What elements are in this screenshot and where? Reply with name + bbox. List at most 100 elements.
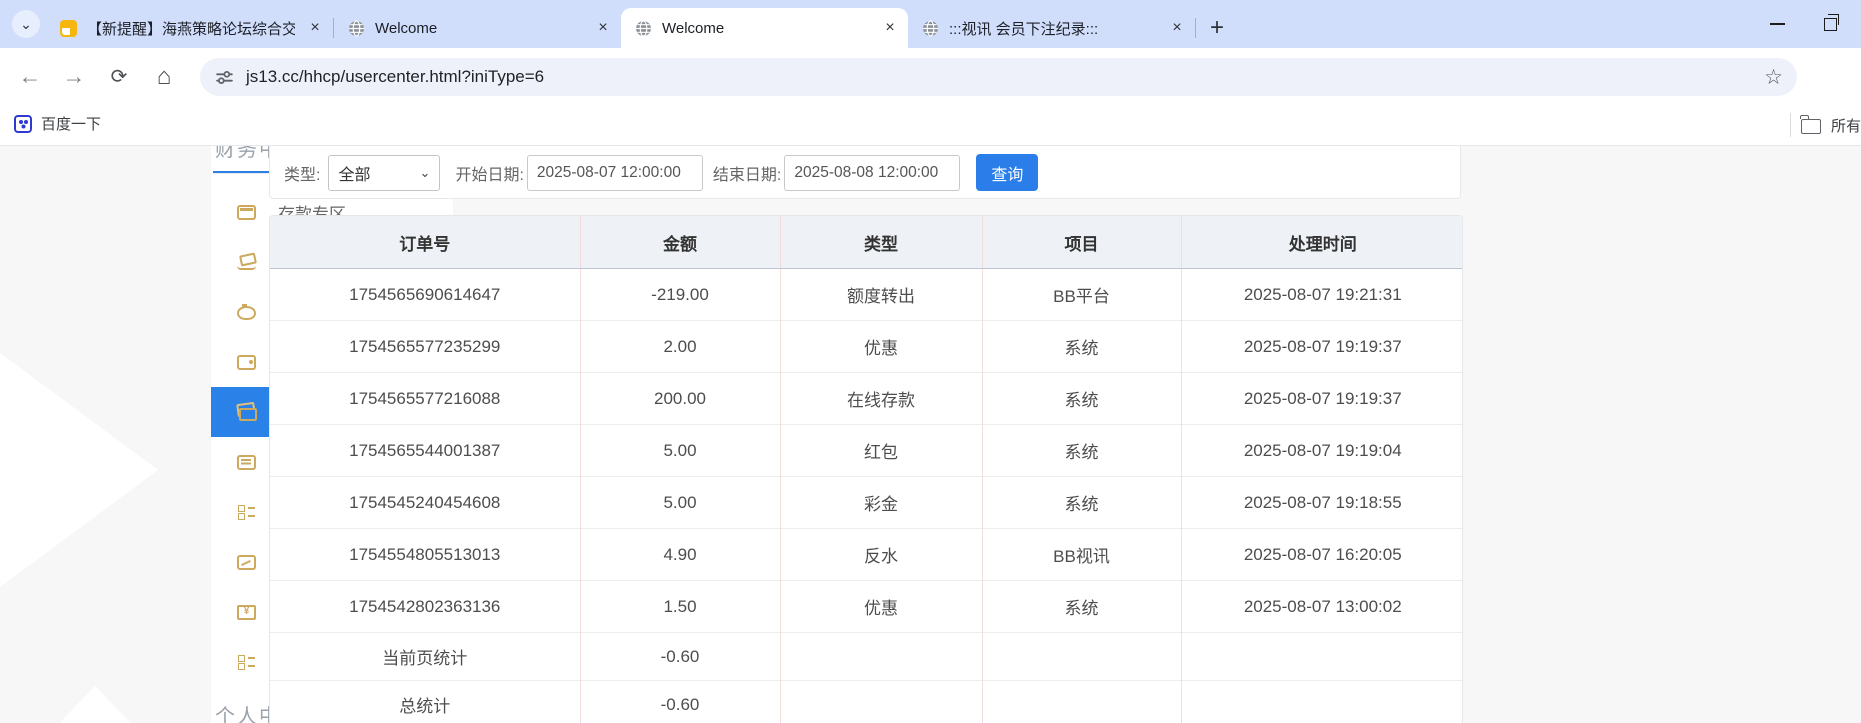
bookmark-baidu[interactable]: 百度一下 [14, 113, 101, 134]
tab-title: :::视讯 会员下注纪录::: [949, 20, 1099, 38]
table-cell [1181, 632, 1462, 681]
table-cell [780, 632, 983, 681]
table-cell: 1754542802363136 [270, 580, 581, 633]
table-cell: 系统 [982, 580, 1182, 633]
tabs-container: 【新提醒】海燕策略论坛综合交 × Welcome × Welcome × :::… [46, 8, 1224, 48]
table-row: 1754565690614647 -219.00 额度转出 BB平台 2025-08-0… [270, 268, 1462, 321]
table-cell [982, 680, 1182, 723]
tab-divider [1195, 18, 1196, 38]
decorative-triangle [0, 686, 220, 723]
table-cell: 额度转出 [780, 268, 983, 321]
table-cell: 系统 [982, 372, 1182, 425]
all-bookmarks-label: 所有书签 [1831, 117, 1861, 135]
browser-tab[interactable]: 【新提醒】海燕策略论坛综合交 × [46, 8, 333, 48]
table-cell: BB平台 [982, 268, 1182, 321]
reload-button[interactable]: ⟳ [101, 48, 137, 105]
list-icon [237, 454, 256, 470]
table-row: 1754565577216088 200.00 在线存款 系统 2025-08-07 1… [270, 372, 1462, 425]
reload-icon: ⟳ [110, 66, 128, 88]
table-cell: -219.00 [580, 268, 781, 321]
bookmark-star-icon[interactable]: ☆ [1764, 65, 1783, 90]
globe-favicon [348, 19, 365, 37]
table-cell: 5.00 [580, 476, 781, 529]
table-cell: 5.00 [580, 424, 781, 477]
bookmarks-divider [1790, 113, 1791, 137]
start-date-input[interactable]: 2025-08-07 12:00:00 [526, 154, 703, 191]
bookmark-label: 百度一下 [41, 116, 102, 133]
tab-search-button[interactable]: ⌄ [12, 10, 40, 38]
table-cell: 彩金 [780, 476, 983, 529]
type-select-value: 全部 [338, 166, 371, 184]
tab-title: Welcome [662, 19, 725, 37]
folder-icon [1800, 115, 1821, 134]
tab-title: Welcome [375, 19, 438, 37]
table-cell: 1754565577216088 [270, 372, 581, 425]
browser-tab[interactable]: :::视讯 会员下注纪录::: × [908, 8, 1195, 48]
grid-icon [237, 504, 256, 520]
browser-tab[interactable]: Welcome × [334, 8, 621, 48]
table-cell: 系统 [982, 424, 1182, 477]
forward-button[interactable]: → [56, 48, 92, 105]
table-cell: 2025-08-07 13:00:02 [1181, 580, 1462, 633]
table-cell [982, 632, 1182, 681]
type-select[interactable]: 全部 ⌄ [328, 154, 441, 191]
all-bookmarks-button[interactable]: 所有书签 [1790, 113, 1861, 137]
table-row: 1754565544001387 5.00 红包 系统 2025-08-07 19:19… [270, 424, 1462, 477]
column-header: 处理时间 [1181, 216, 1462, 269]
table-row: 1754545240454608 5.00 彩金 系统 2025-08-07 19:18… [270, 476, 1462, 529]
table-cell: 4.90 [580, 528, 781, 581]
end-date-input[interactable]: 2025-08-08 12:00:00 [784, 154, 961, 191]
table-row: 1754565577235299 2.00 优惠 系统 2025-08-07 19:19… [270, 320, 1462, 373]
ticket-icon [237, 604, 256, 620]
tab-close-icon[interactable]: × [305, 19, 325, 37]
globe-favicon [922, 19, 939, 37]
table-cell: 1754554805513013 [270, 528, 581, 581]
table-cell: -0.60 [580, 680, 781, 723]
browser-tab[interactable]: Welcome × [621, 8, 908, 48]
address-bar[interactable]: js13.cc/hhcp/usercenter.html?iniType=6 ☆ [200, 58, 1797, 96]
records-table: 订单号 金额 类型 项目 处理时间 1754565690614647 -219.00 额度转… [269, 215, 1463, 723]
home-button[interactable]: ⌂ [146, 48, 182, 105]
hand-icon [237, 255, 256, 270]
table-row: 1754554805513013 4.90 反水 BB视讯 2025-08-07 16:… [270, 528, 1462, 581]
forum-favicon [60, 19, 77, 37]
table-cell: -0.60 [580, 632, 781, 681]
table-cell: 2.00 [580, 320, 781, 373]
table-cell [1181, 680, 1462, 723]
chevron-down-icon: ⌄ [20, 15, 32, 32]
search-button[interactable]: 查询 [976, 154, 1039, 191]
browser-toolbar: ← → ⟳ ⌂ js13.cc/hhcp/usercenter.html?ini… [0, 48, 1861, 136]
globe-favicon [635, 19, 652, 37]
table-cell: 1754565690614647 [270, 268, 581, 321]
browser-window: ⌄ 【新提醒】海燕策略论坛综合交 × Welcome × Welcome × :… [0, 0, 1861, 723]
wallet-icon [237, 354, 256, 370]
tab-close-icon[interactable]: × [1167, 19, 1187, 37]
select-caret-icon: ⌄ [419, 164, 431, 180]
decorative-triangle [0, 344, 158, 596]
grid-icon [237, 654, 256, 670]
forward-icon: → [62, 63, 86, 89]
table-cell: 2025-08-07 19:21:31 [1243, 284, 1402, 304]
table-header-row: 订单号 金额 类型 项目 处理时间 [270, 216, 1462, 269]
tab-strip: ⌄ 【新提醒】海燕策略论坛综合交 × Welcome × Welcome × :… [0, 0, 1861, 48]
table-row: 1754542802363136 1.50 优惠 系统 2025-08-07 13:00… [270, 580, 1462, 633]
window-restore-button[interactable] [1824, 14, 1839, 31]
type-label: 类型: [284, 166, 321, 184]
chart-icon [237, 554, 256, 570]
bookmarks-bar: 百度一下 所有书签 [0, 105, 1861, 146]
window-minimize-button[interactable] [1770, 23, 1785, 25]
site-settings-icon[interactable] [215, 68, 234, 87]
table-cell: 在线存款 [780, 372, 983, 425]
cards-icon [237, 406, 257, 421]
table-cell: 2025-08-07 16:20:05 [1181, 528, 1462, 581]
back-button[interactable]: ← [12, 48, 48, 105]
table-row: 当前页统计 -0.60 [270, 632, 1462, 681]
tab-close-icon[interactable]: × [593, 19, 613, 37]
table-cell: 优惠 [780, 580, 983, 633]
new-tab-button[interactable]: + [1210, 16, 1224, 40]
table-cell: 反水 [780, 528, 983, 581]
tab-close-icon[interactable]: × [880, 19, 900, 37]
web-page: 财务中心 存款专区 › 取款专区 › 充值记录 › 提现记录 › 资金记录 › … [0, 146, 1861, 723]
table-cell: 当前页统计 [270, 632, 581, 681]
moneybag-icon [237, 303, 256, 320]
